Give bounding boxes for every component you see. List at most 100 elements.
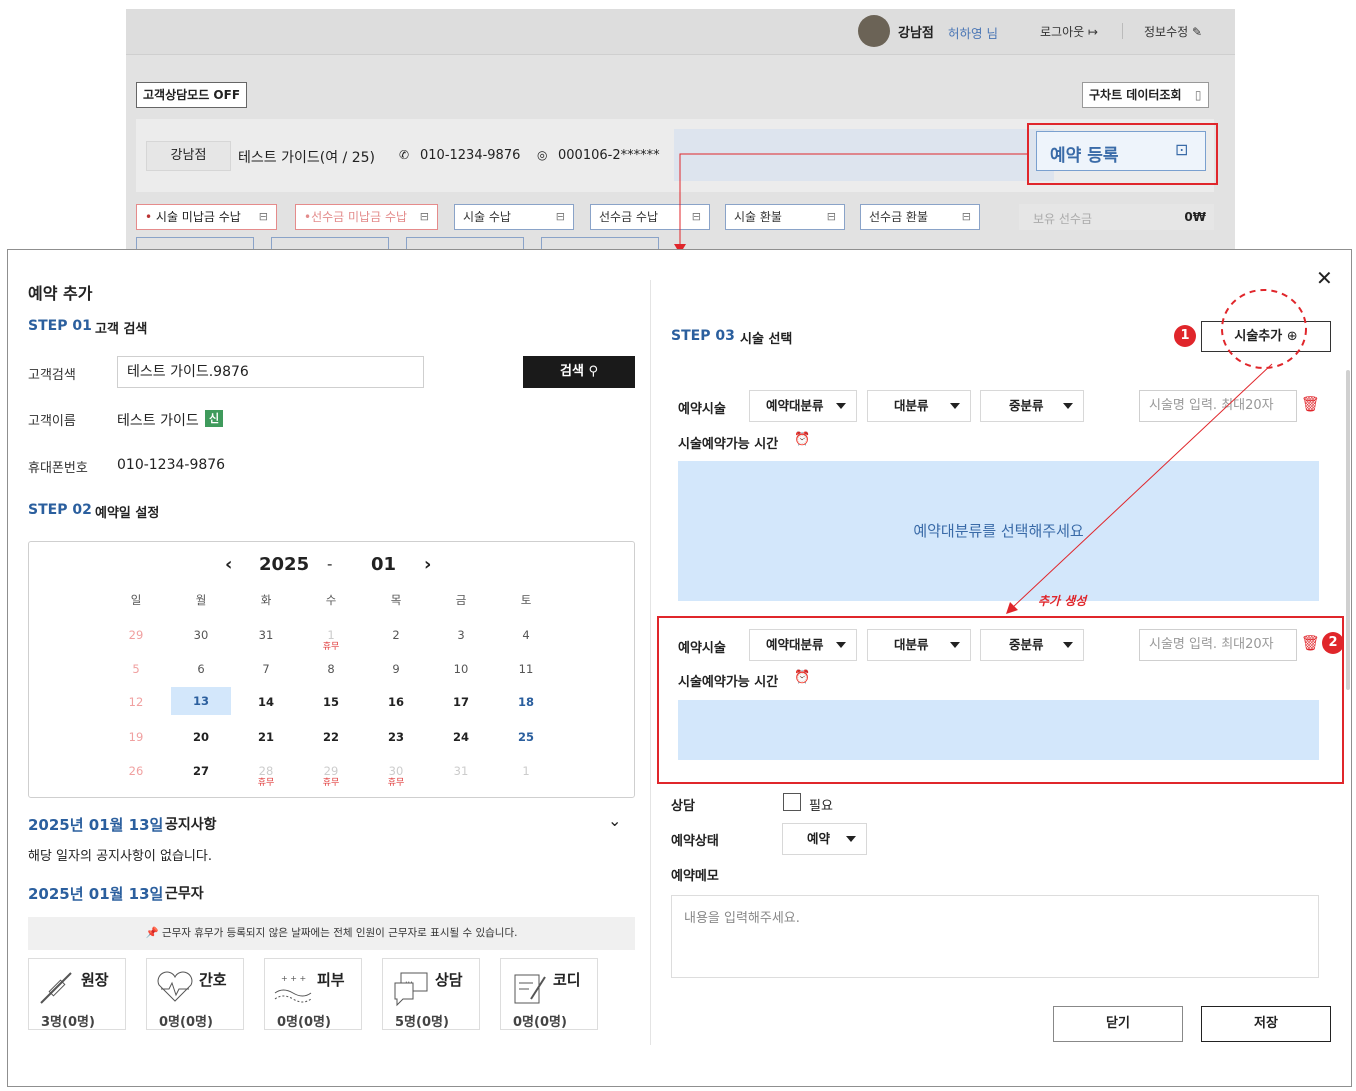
scrollbar[interactable] — [1346, 370, 1350, 690]
calendar-day[interactable]: 31 — [236, 628, 296, 642]
calendar-day[interactable]: 10 — [431, 662, 491, 676]
memo-textarea[interactable]: 내용을 입력해주세요. — [671, 895, 1319, 978]
logout-icon: ↦ — [1088, 25, 1099, 39]
calendar-day[interactable]: 19 — [106, 730, 166, 744]
close-button[interactable]: 닫기 — [1053, 1006, 1183, 1042]
calendar-day[interactable]: 1 휴무 — [301, 628, 361, 652]
skin-icon: + + + — [274, 974, 312, 1003]
staff-count: 0명(0명) — [159, 1015, 213, 1030]
calendar-day[interactable]: 24 — [431, 730, 491, 744]
connector-arrow-2 — [1006, 363, 1273, 614]
calendar-day[interactable]: 30 휴무 — [366, 764, 426, 788]
calendar-day[interactable]: 14 — [236, 695, 296, 709]
main-category-dropdown-1[interactable]: 예약대분류 — [749, 390, 857, 422]
calendar-day[interactable]: 1 — [496, 764, 556, 778]
consult-label: 상담 — [671, 799, 695, 814]
calendar-day[interactable]: 27 — [171, 764, 231, 778]
calendar-day[interactable]: 28 휴무 — [236, 764, 296, 788]
unpaid-deposit-label: 선수금 미납금 수납 — [311, 210, 408, 224]
holiday-mark: 휴무 — [322, 778, 340, 788]
calendar-day[interactable]: 4 — [496, 628, 556, 642]
old-chart-button[interactable]: 구차트 데이터조회 ▯ — [1082, 82, 1209, 108]
calendar-day[interactable]: 29 — [106, 628, 166, 642]
calendar-day[interactable]: 12 — [106, 695, 166, 709]
wallet-icon: ⊟ — [555, 210, 565, 223]
calendar-day[interactable]: 2 — [366, 628, 426, 642]
step-badge-1: 1 — [1174, 325, 1196, 347]
mid-category-dropdown-2[interactable]: 중분류 — [980, 629, 1084, 661]
calendar-day[interactable]: 13 — [171, 687, 231, 715]
treatment-label-2: 예약시술 — [678, 641, 726, 656]
trash-icon[interactable]: 🗑 — [1301, 395, 1320, 413]
old-chart-label: 구차트 데이터조회 — [1089, 88, 1182, 102]
logout-link[interactable]: 로그아웃 ↦ — [1040, 23, 1098, 40]
phone-icon: ✆ — [399, 148, 410, 162]
search-button-label: 검색 — [560, 364, 584, 379]
calendar-day[interactable]: 30 — [171, 628, 231, 642]
trash-icon[interactable]: 🗑 — [1301, 634, 1320, 652]
held-deposit: 보유 선수금 0₩ — [1019, 204, 1214, 230]
calendar-day[interactable]: 15 — [301, 695, 361, 709]
consult-mode-toggle[interactable]: 고객상담모드 OFF — [136, 82, 248, 108]
search-button[interactable]: 검색 ⚲ — [523, 356, 635, 388]
large-category-dropdown-2[interactable]: 대분류 — [867, 629, 971, 661]
treatment-receive-pill[interactable]: 시술 수납 ⊟ — [454, 204, 574, 230]
treatment-label-1: 예약시술 — [678, 402, 726, 417]
step01-title: 고객 검색 — [95, 322, 148, 337]
calendar-day[interactable]: 17 — [431, 695, 491, 709]
unpaid-deposit-pill[interactable]: •선수금 미납금 수납 ⊟ — [295, 204, 438, 230]
calendar-day[interactable]: 29 휴무 — [301, 764, 361, 788]
connector-arrow-1 — [674, 153, 1027, 254]
staff-role: 코디 — [553, 971, 581, 989]
heartbeat-icon — [157, 971, 193, 1002]
search-label: 고객검색 — [28, 368, 76, 383]
calendar-day[interactable]: 16 — [366, 695, 426, 709]
highlight-reserve-register — [1027, 123, 1218, 185]
main-category-dropdown-2[interactable]: 예약대분류 — [749, 629, 857, 661]
calendar-day[interactable]: 11 — [496, 662, 556, 676]
staff-card: 코디 0명(0명) — [500, 958, 598, 1030]
calendar-day[interactable]: 26 — [106, 764, 166, 778]
calendar-day[interactable]: 22 — [301, 730, 361, 744]
calendar-day[interactable]: 5 — [106, 662, 166, 676]
calendar-day[interactable]: 3 — [431, 628, 491, 642]
save-button[interactable]: 저장 — [1201, 1006, 1331, 1042]
treatment-receive-label: 시술 수납 — [463, 210, 511, 224]
unpaid-treatment-pill[interactable]: • 시술 미납금 수납 ⊟ — [136, 204, 277, 230]
svg-text:···: ··· — [405, 978, 413, 987]
calendar-day[interactable]: 7 — [236, 662, 296, 676]
alarm-clock-icon: ⏰ — [794, 670, 811, 685]
calendar-day[interactable]: 25 — [496, 730, 556, 744]
calendar-day[interactable]: 21 — [236, 730, 296, 744]
step-badge-2: 2 — [1322, 632, 1344, 654]
chevron-down-icon[interactable]: ⌄ — [608, 811, 621, 830]
caret-icon — [836, 642, 846, 648]
calendar-day[interactable]: 6 — [171, 662, 231, 676]
calendar-day[interactable]: 8 — [301, 662, 361, 676]
user-name: 허하영 님 — [948, 26, 998, 41]
pin-icon: 📌 — [145, 927, 159, 939]
customer-search-input[interactable]: 테스트 가이드.9876 — [117, 356, 424, 388]
status-dropdown[interactable]: 예약 — [782, 823, 867, 855]
treatment-name-input-2[interactable]: 시술명 입력. 최대20자 — [1139, 629, 1297, 661]
modal-title: 예약 추가 — [28, 284, 93, 303]
calendar-day[interactable]: 20 — [171, 730, 231, 744]
large-category-dropdown-1[interactable]: 대분류 — [867, 390, 971, 422]
close-icon[interactable]: ✕ — [1316, 266, 1333, 290]
phone-value: 010-1234-9876 — [117, 457, 226, 473]
staff-role: 피부 — [317, 971, 345, 989]
notice-text: 해당 일자의 공지사항이 없습니다. — [28, 849, 212, 864]
search-icon: ⚲ — [588, 364, 598, 379]
notice-title: 공지사항 — [165, 817, 217, 833]
calendar-day[interactable]: 23 — [366, 730, 426, 744]
calendar-day[interactable]: 9 — [366, 662, 426, 676]
edit-info-link[interactable]: 정보수정 ✎ — [1144, 23, 1202, 40]
calendar-day[interactable]: 31 — [431, 764, 491, 778]
id-icon: ◎ — [537, 148, 548, 162]
clipboard-icon — [514, 974, 546, 1004]
consult-checkbox[interactable] — [783, 793, 801, 811]
calendar-day[interactable]: 18 — [496, 695, 556, 709]
status-label: 예약상태 — [671, 834, 719, 849]
step01-number: STEP 01 — [28, 318, 92, 334]
deposit-receive-label: 선수금 수납 — [599, 210, 659, 224]
